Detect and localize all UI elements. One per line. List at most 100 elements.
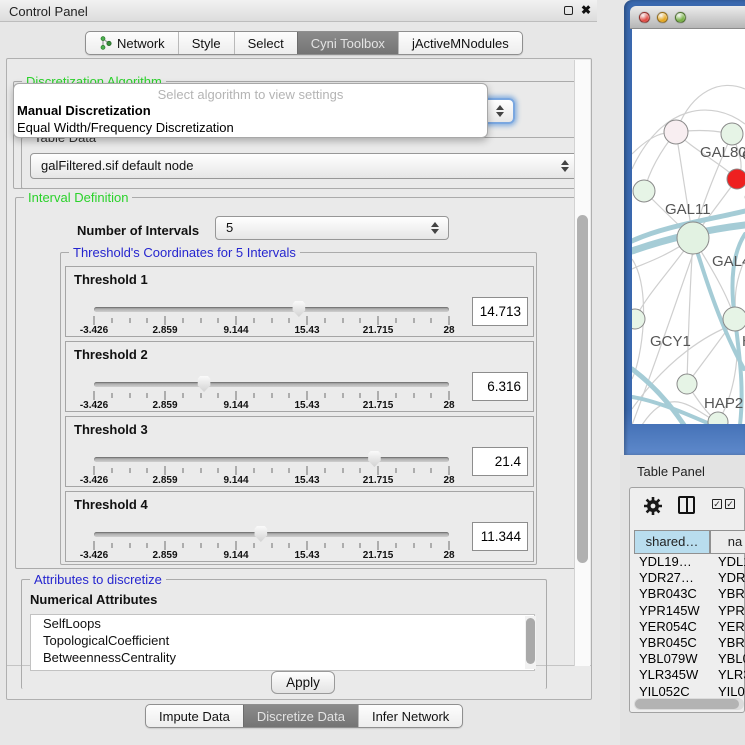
- table-row[interactable]: YPR145WYPR1: [634, 603, 745, 619]
- thresholds-title: Threshold's Coordinates for 5 Intervals: [69, 245, 300, 260]
- network-edge: [687, 238, 693, 384]
- table-horizontal-scrollbar[interactable]: [634, 698, 744, 710]
- slider-thumb-icon[interactable]: [291, 300, 306, 317]
- threshold-label: Threshold 2: [74, 347, 148, 362]
- threshold-slider[interactable]: [94, 382, 449, 387]
- tab-network[interactable]: Network: [86, 32, 178, 54]
- close-traffic-light[interactable]: [639, 12, 650, 23]
- threshold-label: Threshold 4: [74, 497, 148, 512]
- table-row[interactable]: YBR043CYBR0: [634, 586, 745, 602]
- table-row[interactable]: YDL19…YDL1: [634, 554, 745, 570]
- threshold-row: Threshold 4-3.4262.8599.14415.4321.71528…: [65, 491, 534, 562]
- threshold-slider[interactable]: [94, 457, 449, 462]
- network-node[interactable]: [677, 222, 709, 254]
- checkbox-icon[interactable]: ✓: [725, 499, 735, 509]
- network-node[interactable]: [723, 307, 745, 331]
- node-table: shared… na YDL19…YDL1YDR27…YDR2YBR043CYB…: [634, 530, 745, 700]
- popup-item-equal-width-frequency[interactable]: Equal Width/Frequency Discretization: [14, 119, 487, 136]
- num-intervals-combo[interactable]: 5: [215, 216, 449, 240]
- bottom-tab-bar: Impute Data Discretize Data Infer Networ…: [145, 704, 463, 728]
- table-row[interactable]: YBL079WYBL0: [634, 651, 745, 667]
- combo-stepper-icon: [561, 160, 570, 172]
- num-intervals-label: Number of Intervals: [77, 223, 199, 238]
- tab-jactivemnodules[interactable]: jActiveMNodules: [398, 32, 522, 54]
- network-icon: [99, 36, 112, 50]
- control-panel: Control Panel ✖ Network Style Select Cyn…: [0, 0, 597, 745]
- node-label: GAL11: [665, 201, 711, 218]
- combo-stepper-icon: [496, 105, 505, 117]
- table-row[interactable]: YLR345WYLR3: [634, 667, 745, 683]
- cyni-content-panel: Discretization Algorithm Select algorith…: [6, 58, 592, 700]
- float-window-icon[interactable]: [564, 6, 573, 15]
- threshold-value-field[interactable]: 11.344: [472, 522, 528, 551]
- attribute-list-item[interactable]: TopologicalCoefficient: [31, 632, 534, 649]
- threshold-row: Threshold 1-3.4262.8599.14415.4321.71528…: [65, 266, 534, 337]
- network-window-titlebar: [630, 6, 745, 29]
- attributes-title: Attributes to discretize: [30, 572, 166, 587]
- numerical-attributes-label: Numerical Attributes: [30, 592, 157, 607]
- panel-vertical-scrollbar[interactable]: [574, 60, 590, 666]
- top-tab-bar: Network Style Select Cyni Toolbox jActiv…: [85, 31, 523, 55]
- apply-button[interactable]: Apply: [271, 671, 335, 694]
- thresholds-group: Threshold's Coordinates for 5 Intervals …: [60, 252, 537, 565]
- threshold-label: Threshold 1: [74, 272, 148, 287]
- threshold-value-field[interactable]: 21.4: [472, 447, 528, 476]
- threshold-row: Threshold 2-3.4262.8599.14415.4321.71528…: [65, 341, 534, 412]
- popup-placeholder: Select algorithm to view settings: [14, 84, 487, 102]
- column-header-name[interactable]: na: [710, 530, 745, 554]
- control-panel-titlebar: Control Panel ✖: [0, 0, 597, 22]
- network-edge-thick: [632, 397, 712, 424]
- table-panel-title: Table Panel: [637, 464, 705, 479]
- interval-definition-title: Interval Definition: [24, 190, 132, 205]
- network-node[interactable]: [721, 123, 743, 145]
- combo-stepper-icon: [431, 222, 440, 234]
- table-panel: Table Panel ✓ ✓ shared… na YDL19…YDL1YDR…: [620, 455, 745, 745]
- network-canvas[interactable]: GAL80GCGAL11GAL4GCY1HHAP2: [632, 29, 745, 424]
- network-node[interactable]: [708, 412, 728, 424]
- numerical-attributes-list: SelfLoopsTopologicalCoefficientBetweenne…: [30, 614, 535, 671]
- threshold-slider[interactable]: [94, 532, 449, 537]
- table-row[interactable]: YER054CYER0: [634, 619, 745, 635]
- panel-title: Control Panel: [9, 4, 88, 19]
- attribute-list-item[interactable]: SelfLoops: [31, 615, 534, 632]
- zoom-traffic-light[interactable]: [675, 12, 686, 23]
- threshold-label: Threshold 3: [74, 422, 148, 437]
- slider-thumb-icon[interactable]: [197, 375, 212, 392]
- attributes-scrollbar[interactable]: [525, 616, 536, 669]
- minimize-traffic-light[interactable]: [657, 12, 668, 23]
- table-data-combo[interactable]: galFiltered.sif default node: [30, 153, 579, 179]
- interval-definition-group: Interval Definition Number of Intervals …: [15, 197, 584, 569]
- node-label: HAP2: [704, 395, 743, 412]
- tab-select[interactable]: Select: [234, 32, 297, 54]
- table-data-group: Table Data galFiltered.sif default node: [21, 137, 584, 189]
- threshold-slider[interactable]: [94, 307, 449, 312]
- network-node[interactable]: [677, 374, 697, 394]
- tab-style[interactable]: Style: [178, 32, 234, 54]
- algorithm-dropdown-popup: Select algorithm to view settings Manual…: [13, 83, 488, 138]
- tab-infer-network[interactable]: Infer Network: [358, 705, 462, 727]
- table-panel-body: ✓ ✓ shared… na YDL19…YDL1YDR27…YDR2YBR04…: [629, 487, 745, 713]
- split-columns-icon[interactable]: [678, 496, 695, 514]
- gear-icon[interactable]: [642, 495, 664, 517]
- table-row[interactable]: YBR045CYBR0: [634, 635, 745, 651]
- node-label: GAL4: [712, 253, 745, 270]
- threshold-value-field[interactable]: 14.713: [472, 297, 528, 326]
- network-view-window: GAL80GCGAL11GAL4GCY1HHAP2: [624, 0, 745, 455]
- column-header-shared-name[interactable]: shared…: [634, 530, 710, 554]
- network-node[interactable]: [727, 169, 745, 189]
- attribute-list-item[interactable]: BetweennessCentrality: [31, 649, 534, 666]
- network-node[interactable]: [633, 180, 655, 202]
- close-icon[interactable]: ✖: [581, 3, 591, 17]
- tab-cyni-toolbox[interactable]: Cyni Toolbox: [297, 32, 398, 54]
- table-row[interactable]: YDR27…YDR2: [634, 570, 745, 586]
- tab-discretize-data[interactable]: Discretize Data: [243, 705, 358, 727]
- network-node[interactable]: [664, 120, 688, 144]
- slider-thumb-icon[interactable]: [253, 525, 268, 542]
- node-label: GCY1: [650, 333, 691, 350]
- threshold-row: Threshold 3-3.4262.8599.14415.4321.71528…: [65, 416, 534, 487]
- popup-item-manual-discretization[interactable]: Manual Discretization: [14, 102, 487, 119]
- threshold-value-field[interactable]: 6.316: [472, 372, 528, 401]
- tab-impute-data[interactable]: Impute Data: [146, 705, 243, 727]
- slider-thumb-icon[interactable]: [367, 450, 382, 467]
- checkbox-icon[interactable]: ✓: [712, 499, 722, 509]
